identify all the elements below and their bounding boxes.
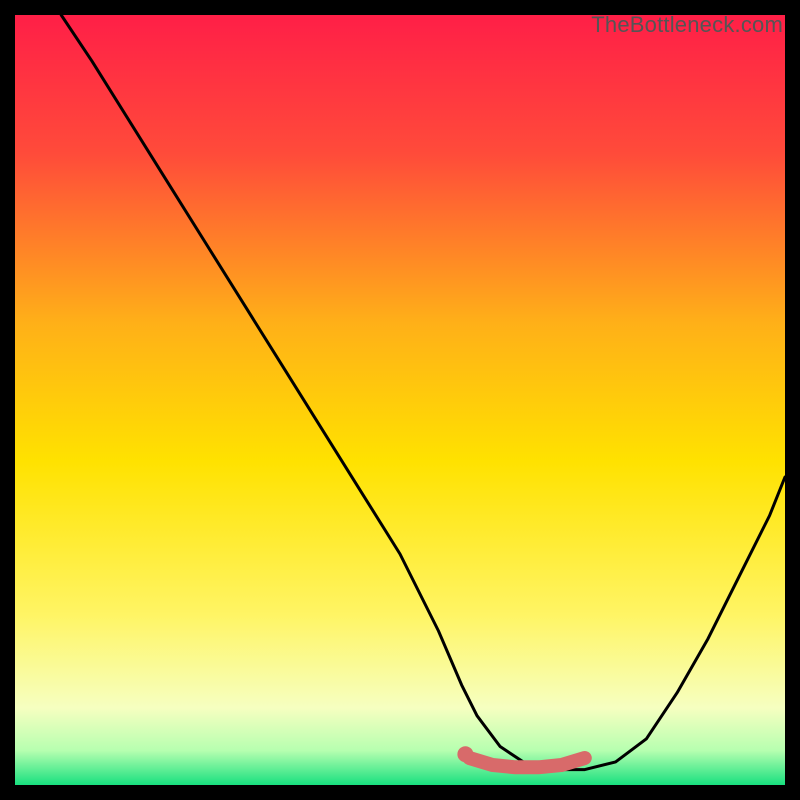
chart-frame: TheBottleneck.com [15, 15, 785, 785]
recommended-range-band [469, 758, 585, 767]
recommended-point-marker [457, 746, 473, 762]
bottleneck-curve [61, 15, 785, 770]
watermark-text: TheBottleneck.com [591, 12, 783, 38]
chart-plot [15, 15, 785, 785]
